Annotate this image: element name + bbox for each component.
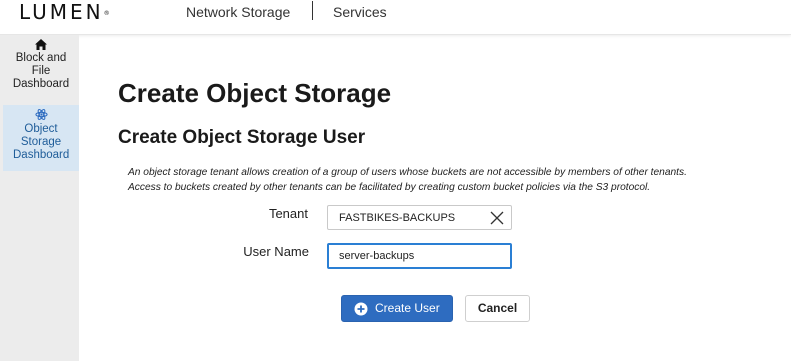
clear-icon[interactable] [488, 209, 506, 227]
create-user-label: Create User [375, 301, 440, 315]
nav-services[interactable]: Services [333, 4, 387, 20]
create-user-button[interactable]: Create User [341, 295, 453, 322]
username-label: User Name [243, 244, 309, 259]
sidebar-item-block-file-dashboard[interactable]: Block and File Dashboard [3, 39, 79, 99]
description-line-1: An object storage tenant allows creation… [128, 167, 687, 178]
section-title: Create Object Storage User [118, 127, 366, 148]
sidebar-item-object-storage-dashboard[interactable]: Object Storage Dashboard [3, 105, 79, 171]
sidebar-item-label: Block and File Dashboard [12, 52, 70, 90]
atom-icon [34, 109, 48, 120]
tenant-description: An object storage tenant allows creation… [128, 166, 768, 195]
description-line-2: Access to buckets created by other tenan… [128, 181, 651, 193]
top-header: LUMEN® Network Storage Services [0, 0, 791, 35]
home-icon [35, 39, 47, 50]
sidebar: Block and File Dashboard Object Storage … [0, 35, 79, 361]
page-title: Create Object Storage [118, 78, 392, 108]
tenant-select[interactable]: FASTBIKES-BACKUPS [327, 205, 512, 230]
registered-mark: ® [103, 10, 110, 17]
tenant-selected-value: FASTBIKES-BACKUPS [339, 212, 456, 224]
plus-circle-icon [354, 302, 368, 316]
logo-text: LUMEN [19, 0, 104, 24]
nav-network-storage[interactable]: Network Storage [186, 4, 290, 20]
lumen-logo[interactable]: LUMEN® [19, 0, 110, 24]
tenant-label: Tenant [268, 206, 308, 221]
cancel-button[interactable]: Cancel [465, 295, 530, 322]
sidebar-item-label: Object Storage Dashboard [13, 123, 70, 161]
nav-divider [312, 1, 313, 20]
username-input[interactable] [327, 243, 512, 269]
